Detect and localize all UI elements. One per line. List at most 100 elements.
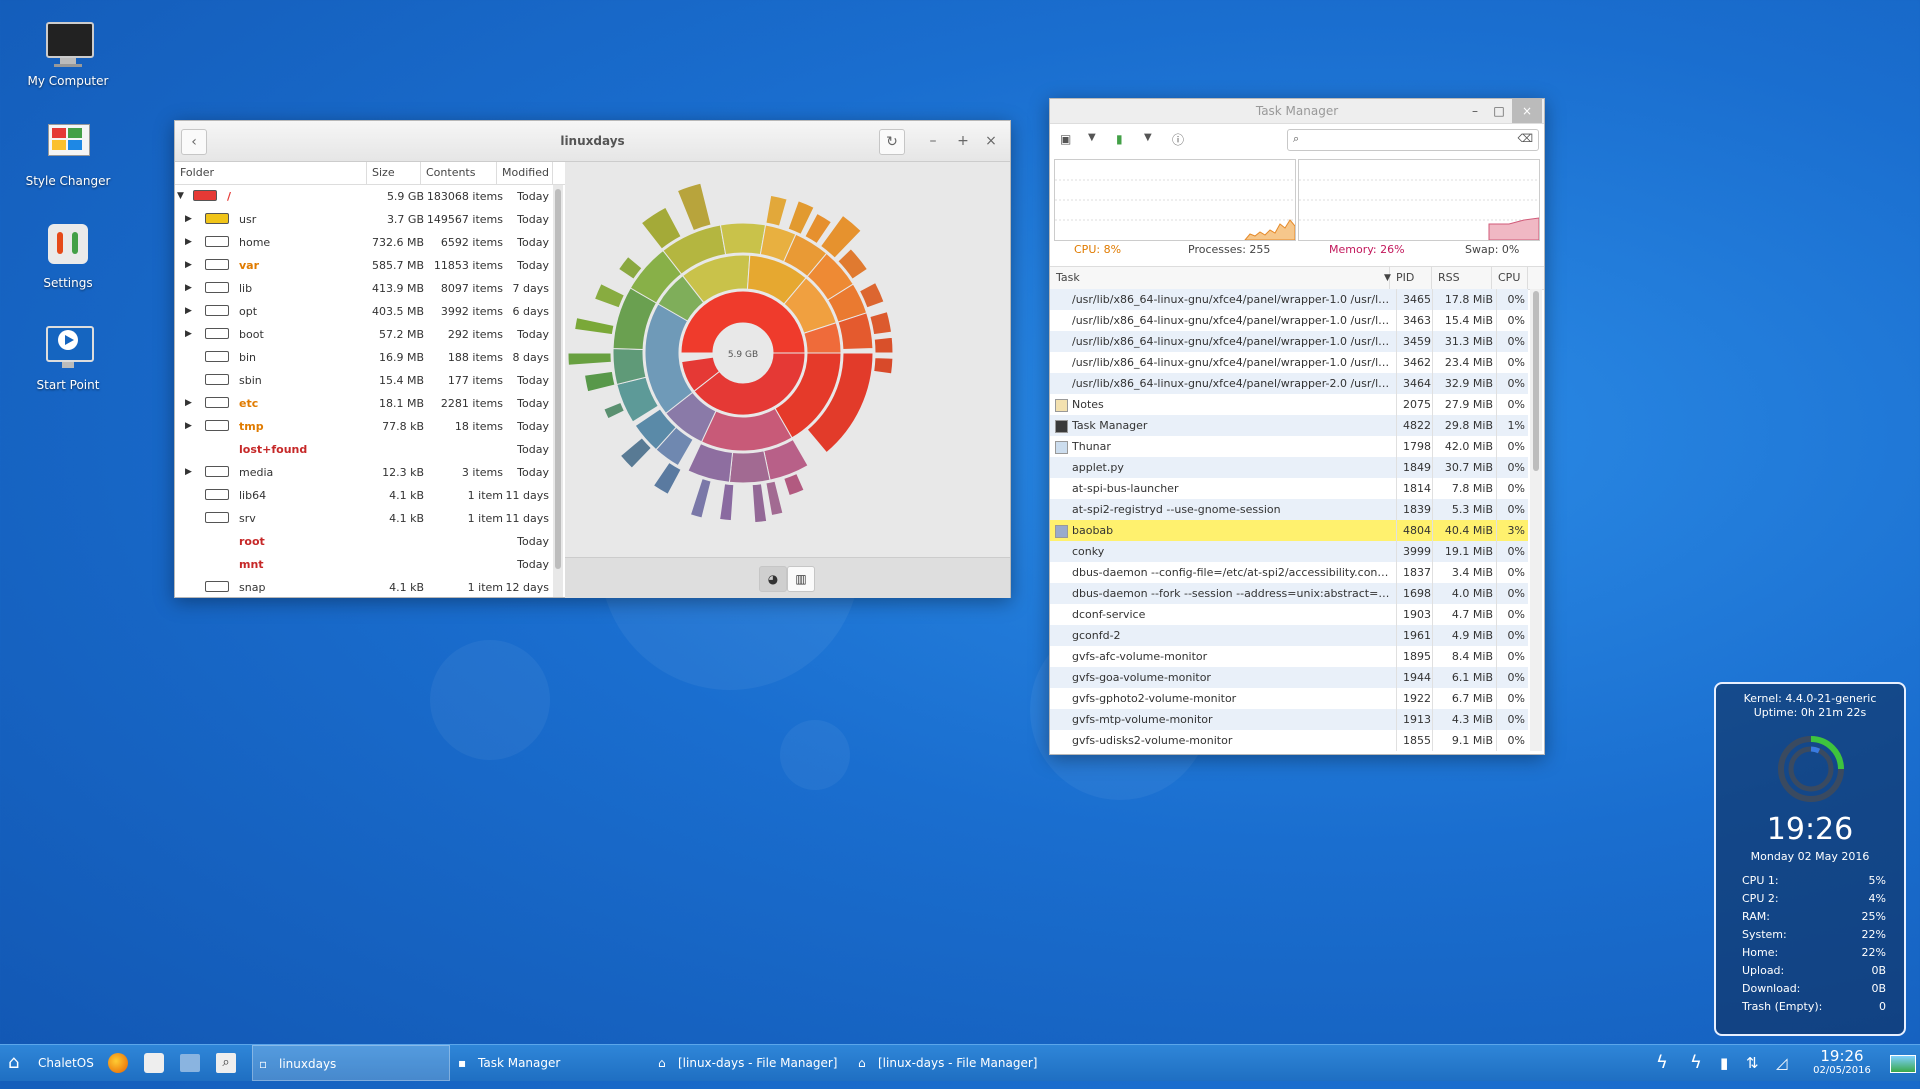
clipboard-icon[interactable]: ▮ — [1720, 1045, 1740, 1081]
tree-row[interactable]: root Today — [175, 530, 553, 553]
ring4-segment[interactable] — [783, 472, 805, 497]
expand-arrow-icon[interactable]: ▶ — [185, 277, 195, 300]
treemap-chart-button[interactable]: ▥ — [787, 566, 815, 592]
settings-menu-icon[interactable]: ▣ — [1060, 132, 1071, 146]
process-row[interactable]: Thunar 1798 42.0 MiB 0% — [1050, 436, 1528, 457]
process-row[interactable]: gvfs-gphoto2-volume-monitor 1922 6.7 MiB 0% — [1050, 688, 1528, 709]
task-manager-titlebar[interactable]: Task Manager – □ × — [1050, 99, 1544, 124]
show-desktop-button[interactable] — [1888, 1045, 1916, 1081]
ring4-segment[interactable] — [719, 483, 735, 522]
process-scrollbar[interactable] — [1530, 289, 1542, 751]
battery-icon[interactable]: ϟ — [1690, 1045, 1710, 1081]
column-rss[interactable]: RSS — [1432, 267, 1492, 289]
taskbar-task-file-manager-2[interactable]: ⌂ [linux-days - File Manager] — [854, 1045, 1050, 1081]
ring4-segment[interactable] — [689, 477, 712, 519]
search-input[interactable]: ⌕ ⌫ — [1287, 129, 1539, 151]
ring3-segment[interactable] — [728, 450, 771, 484]
tree-row[interactable]: mnt Today — [175, 553, 553, 576]
firefox-launcher[interactable] — [106, 1045, 130, 1081]
column-modified[interactable]: Modified — [497, 162, 553, 184]
column-cpu[interactable]: CPU — [1492, 267, 1528, 289]
minimize-button[interactable]: – — [921, 129, 945, 153]
ring4-segment[interactable] — [765, 480, 784, 517]
process-row[interactable]: dconf-service 1903 4.7 MiB 0% — [1050, 604, 1528, 625]
ring4-segment[interactable] — [652, 461, 682, 495]
close-button[interactable]: × — [979, 129, 1003, 153]
tree-row[interactable]: sbin 15.4 MB 177 items Today — [175, 369, 553, 392]
tree-scroll-thumb[interactable] — [555, 189, 561, 569]
sort-arrow-icon[interactable]: ▼ — [1378, 267, 1391, 289]
tree-row[interactable]: ▶ opt 403.5 MB 3992 items 6 days — [175, 300, 553, 323]
expand-arrow-icon[interactable]: ▶ — [185, 461, 195, 484]
process-row[interactable]: dbus-daemon --fork --session --address=u… — [1050, 583, 1528, 604]
process-row[interactable]: /usr/lib/x86_64-linux-gnu/xfce4/panel/wr… — [1050, 310, 1528, 331]
maximize-button[interactable]: + — [951, 129, 975, 153]
ring4-segment[interactable] — [593, 283, 626, 309]
tree-row[interactable]: ▶ boot 57.2 MB 292 items Today — [175, 323, 553, 346]
process-row[interactable]: at-spi2-registryd --use-gnome-session 183… — [1050, 499, 1528, 520]
maximize-button[interactable]: □ — [1488, 99, 1510, 123]
column-size[interactable]: Size — [367, 162, 421, 184]
expand-arrow-icon[interactable]: ▶ — [185, 231, 195, 254]
tree-row[interactable]: srv 4.1 kB 1 item 11 days — [175, 507, 553, 530]
column-folder[interactable]: Folder — [175, 162, 367, 184]
process-row[interactable]: applet.py 1849 30.7 MiB 0% — [1050, 457, 1528, 478]
expand-arrow-icon[interactable]: ▶ — [185, 392, 195, 415]
taskbar-task-file-manager-1[interactable]: ⌂ [linux-days - File Manager] — [654, 1045, 850, 1081]
tree-scrollbar[interactable] — [553, 185, 563, 597]
tree-row[interactable]: ▶ var 585.7 MB 11853 items Today — [175, 254, 553, 277]
tree-row[interactable]: snap 4.1 kB 1 item 12 days — [175, 576, 553, 597]
desktop-icon-settings[interactable]: Settings — [18, 220, 118, 290]
tree-row[interactable]: lib64 4.1 kB 1 item 11 days — [175, 484, 553, 507]
desktop-icon-my-computer[interactable]: My Computer — [18, 18, 118, 88]
ring4-segment[interactable] — [751, 483, 768, 524]
collapse-arrow-icon[interactable]: ▼ — [177, 185, 187, 208]
process-row[interactable]: gvfs-mtp-volume-monitor 1913 4.3 MiB 0% — [1050, 709, 1528, 730]
process-row[interactable]: at-spi-bus-launcher 1814 7.8 MiB 0% — [1050, 478, 1528, 499]
tree-row[interactable]: ▶ lib 413.9 MB 8097 items 7 days — [175, 277, 553, 300]
process-row[interactable]: baobab 4804 40.4 MiB 3% — [1050, 520, 1528, 541]
process-scroll-thumb[interactable] — [1533, 291, 1539, 471]
power-icon[interactable]: ϟ — [1656, 1045, 1676, 1081]
ring4-segment[interactable] — [676, 182, 712, 232]
process-row[interactable]: /usr/lib/x86_64-linux-gnu/xfce4/panel/wr… — [1050, 289, 1528, 310]
ring4-segment[interactable] — [603, 401, 626, 420]
process-row[interactable]: Notes 2075 27.9 MiB 0% — [1050, 394, 1528, 415]
baobab-titlebar[interactable]: ‹ linuxdays ↻ – + × — [175, 121, 1010, 162]
file-manager-launcher[interactable] — [178, 1045, 202, 1081]
process-row[interactable]: dbus-daemon --config-file=/etc/at-spi2/a… — [1050, 562, 1528, 583]
ring4-segment[interactable] — [619, 437, 653, 469]
signal-icon[interactable]: ◿ — [1776, 1045, 1796, 1081]
taskbar-task-linuxdays[interactable]: ▫ linuxdays — [252, 1045, 450, 1081]
tree-row[interactable]: ▶ tmp 77.8 kB 18 items Today — [175, 415, 553, 438]
performance-icon[interactable]: ▮ — [1116, 132, 1123, 146]
tree-row[interactable]: ▶ media 12.3 kB 3 items Today — [175, 461, 553, 484]
process-row[interactable]: gvfs-afc-volume-monitor 1895 8.4 MiB 0% — [1050, 646, 1528, 667]
ring4-segment[interactable] — [583, 370, 616, 393]
rings-chart-button[interactable]: ◕ — [759, 566, 787, 592]
process-row[interactable]: gconfd-2 1961 4.9 MiB 0% — [1050, 625, 1528, 646]
start-menu-button[interactable]: ⌂ ChaletOS — [4, 1045, 94, 1081]
tree-row[interactable]: ▶ home 732.6 MB 6592 items Today — [175, 231, 553, 254]
dropdown-arrow-icon[interactable]: ▼ — [1144, 132, 1152, 143]
expand-arrow-icon[interactable]: ▶ — [185, 208, 195, 231]
column-task[interactable]: Task — [1050, 267, 1390, 289]
search-launcher[interactable]: ⌕ — [214, 1045, 238, 1081]
process-row[interactable]: /usr/lib/x86_64-linux-gnu/xfce4/panel/wr… — [1050, 373, 1528, 394]
desktop-icon-start-point[interactable]: Start Point — [18, 322, 118, 392]
close-button[interactable]: × — [1512, 99, 1542, 123]
tree-row[interactable]: bin 16.9 MB 188 items 8 days — [175, 346, 553, 369]
ring4-segment[interactable] — [765, 194, 788, 227]
ring4-segment[interactable] — [873, 336, 894, 354]
taskbar-clock[interactable]: 19:26 02/05/2016 — [1806, 1045, 1878, 1081]
dropdown-arrow-icon[interactable]: ▼ — [1088, 132, 1096, 143]
ring4-segment[interactable] — [567, 352, 612, 366]
tree-row[interactable]: ▶ usr 3.7 GB 149567 items Today — [175, 208, 553, 231]
clear-search-icon[interactable]: ⌫ — [1517, 132, 1533, 145]
expand-arrow-icon[interactable]: ▶ — [185, 300, 195, 323]
column-pid[interactable]: PID — [1390, 267, 1432, 289]
ring4-segment[interactable] — [869, 311, 893, 336]
column-contents[interactable]: Contents — [421, 162, 497, 184]
tree-row[interactable]: ▶ etc 18.1 MB 2281 items Today — [175, 392, 553, 415]
network-icon[interactable]: ⇅ — [1746, 1045, 1770, 1081]
